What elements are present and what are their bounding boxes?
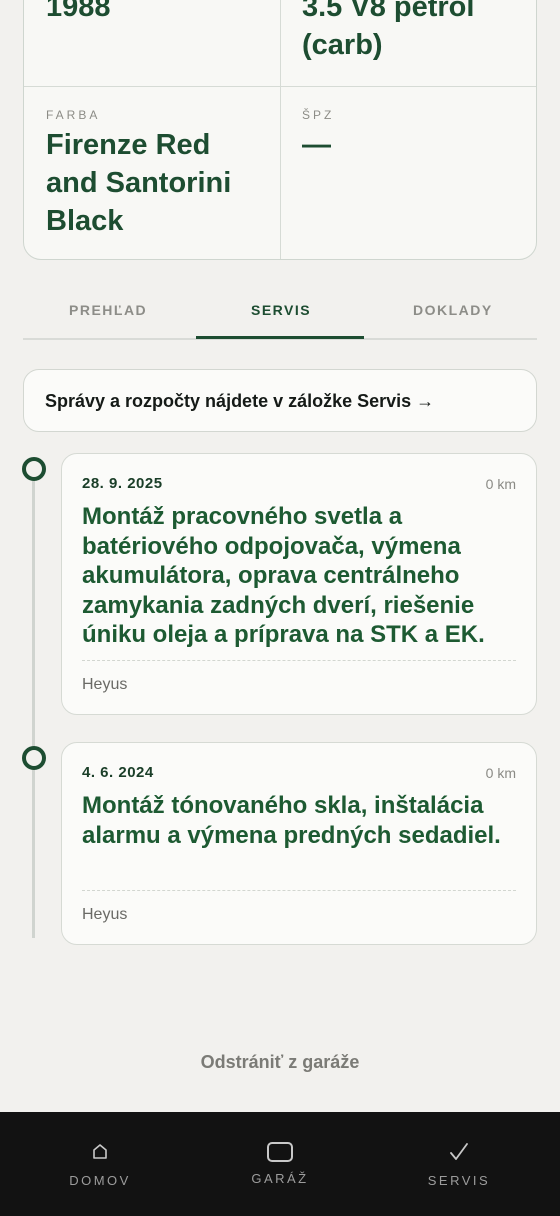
garage-icon [187,1140,373,1169]
home-icon [7,1142,193,1165]
entry-date: 4. 6. 2024 [82,764,154,781]
entry-title: Montáž pracovného svetla a batériového o… [82,503,485,648]
check-icon [366,1142,552,1167]
spec-divider-horizontal [24,86,536,87]
spec-color-value: Firenze Red and Santorini Black [46,129,232,237]
entry-date: 28. 9. 2025 [82,475,163,492]
remove-from-garage-button[interactable]: Odstrániť z garáže [0,1052,560,1073]
vehicle-tabs: PREHĽAD SERVIS DOKLADY [23,290,537,340]
spec-year-value: 1988 [46,0,111,23]
entry-title: Montáž tónovaného skla, inštalácia alarm… [82,792,501,849]
tab-doklady[interactable]: DOKLADY [413,302,493,318]
active-tab-indicator [196,336,364,339]
nav-item-servis[interactable]: SERVIS [366,1112,552,1216]
spec-color-label: FARBA [46,108,101,122]
servis-notice-link[interactable]: Správy a rozpočty nájdete v záložke Serv… [23,369,537,432]
tab-servis[interactable]: SERVIS [251,302,311,318]
nav-label: DOMOV [69,1173,131,1188]
nav-item-garaz[interactable]: GARÁŽ [187,1112,373,1216]
bottom-navigation: DOMOV GARÁŽ SERVIS [0,1112,560,1216]
nav-item-domov[interactable]: DOMOV [7,1112,193,1216]
service-entry-card[interactable]: 4. 6. 2024 0 km Montáž tónovaného skla, … [61,742,537,945]
spec-engine-value: 3.5 V8 petrol (carb) [302,0,475,61]
timeline-line [32,480,35,938]
spec-divider-vertical [280,0,281,259]
entry-author: Heyus [82,676,128,693]
spec-plate-label: ŠPZ [302,108,335,122]
timeline-dot [22,746,46,770]
entry-author: Heyus [82,906,128,923]
entry-km: 0 km [485,765,516,781]
tab-prehlad[interactable]: PREHĽAD [69,302,147,318]
entry-km: 0 km [485,476,516,492]
spec-plate-value: — [302,129,331,161]
nav-label: GARÁŽ [251,1171,309,1186]
vehicle-spec-card: 1988 3.5 V8 petrol (carb) FARBA Firenze … [23,0,537,260]
entry-divider [82,660,516,661]
nav-label: SERVIS [427,1173,491,1188]
entry-divider [82,890,516,891]
timeline-dot [22,457,46,481]
service-entry-card[interactable]: 28. 9. 2025 0 km Montáž pracovného svetl… [61,453,537,715]
